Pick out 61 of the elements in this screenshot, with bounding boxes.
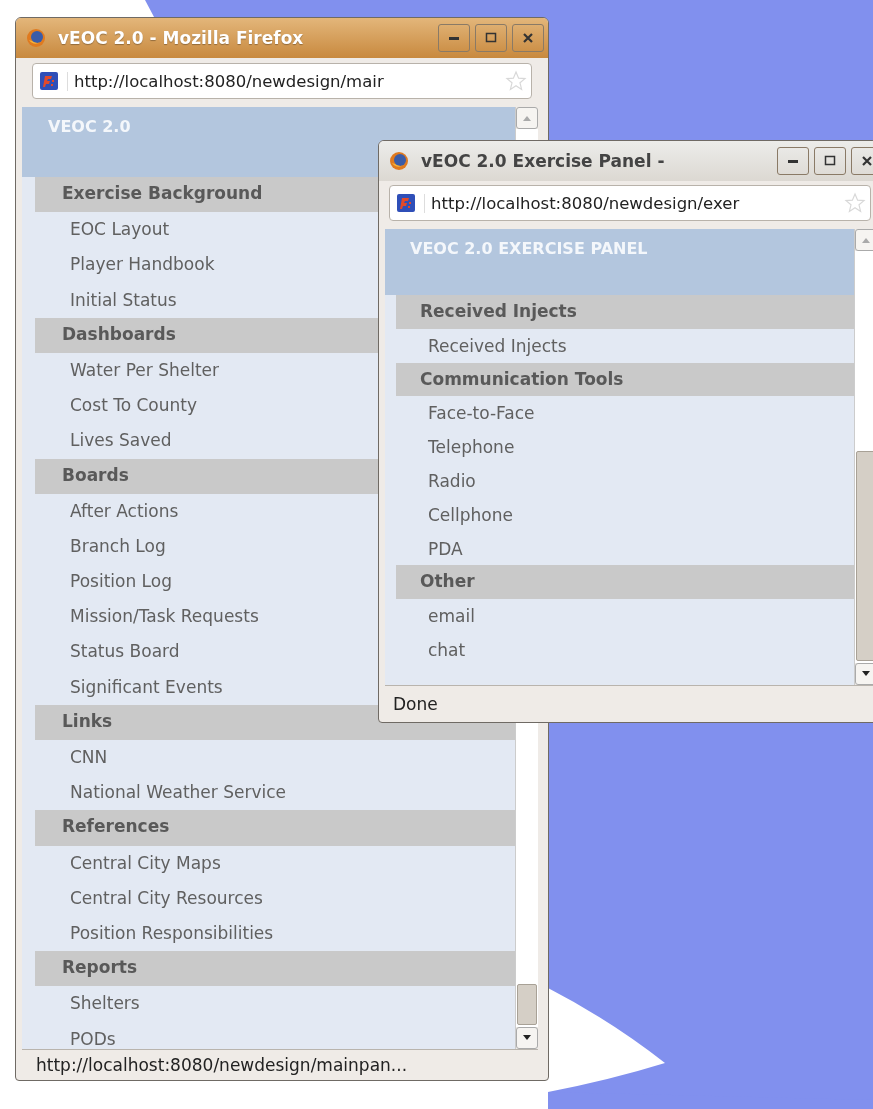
- minimize-icon: [449, 36, 459, 40]
- down-arrow-icon: [521, 1034, 533, 1042]
- address-field[interactable]: http://localhost:8080/newdesign/exer: [389, 185, 871, 221]
- minimize-button[interactable]: [438, 24, 470, 52]
- site-icon: [396, 193, 416, 213]
- maximize-button[interactable]: [475, 24, 507, 52]
- menu-link[interactable]: Status Board: [70, 641, 180, 662]
- section-heading: Other: [396, 565, 854, 600]
- star-icon: [844, 192, 866, 214]
- section-heading: Received Injects: [396, 295, 854, 329]
- window-title: vEOC 2.0 - Mozilla Firefox: [58, 28, 305, 48]
- section-heading: Reports: [35, 951, 515, 987]
- menu-link[interactable]: Lives Saved: [70, 430, 172, 451]
- window-title: vEOC 2.0 Exercise Panel -: [421, 151, 666, 171]
- menu-link[interactable]: Water Per Shelter: [70, 359, 219, 380]
- up-arrow-icon: [521, 114, 533, 122]
- menu-link[interactable]: CNN: [70, 747, 108, 767]
- down-arrow-icon: [860, 670, 872, 678]
- menu-link[interactable]: Central City Resources: [70, 887, 263, 908]
- menu-link[interactable]: Branch Log: [70, 535, 166, 556]
- section-heading: Communication Tools: [396, 362, 854, 397]
- menu-link[interactable]: Cellphone: [428, 504, 513, 525]
- menu-link[interactable]: EOC Layout: [70, 219, 170, 240]
- menu-link[interactable]: After Actions: [70, 500, 179, 521]
- menu-link[interactable]: Position Responsibilities: [70, 922, 274, 943]
- close-button[interactable]: [512, 24, 544, 52]
- section-heading: References: [35, 810, 515, 846]
- address-field[interactable]: http://localhost:8080/newdesign/mair: [32, 63, 532, 99]
- scroll-thumb[interactable]: [517, 984, 537, 1025]
- menu-link[interactable]: Player Handbook: [70, 254, 215, 275]
- menu-link[interactable]: Radio: [428, 471, 476, 491]
- url-text: http://localhost:8080/newdesign/exer: [424, 193, 836, 213]
- page-title: VEOC 2.0: [48, 117, 131, 136]
- menu-link[interactable]: Shelters: [70, 993, 140, 1014]
- menu-link[interactable]: Cost To County: [70, 395, 198, 416]
- menu-link[interactable]: Initial Status: [70, 289, 177, 310]
- menu-link[interactable]: email: [428, 606, 475, 627]
- menu-link[interactable]: PODs: [70, 1028, 116, 1049]
- page-title: VEOC 2.0 EXERCISE PANEL: [410, 239, 648, 258]
- scroll-down-button[interactable]: [855, 663, 873, 685]
- star-icon: [505, 70, 527, 92]
- site-icon: [39, 71, 59, 91]
- minimize-icon: [788, 159, 798, 163]
- globe-icon: [389, 151, 409, 171]
- menu-link[interactable]: Mission/Task Requests: [70, 606, 259, 627]
- scroll-down-button[interactable]: [516, 1027, 538, 1049]
- menu-link[interactable]: PDA: [428, 538, 463, 559]
- minimize-button[interactable]: [777, 147, 809, 175]
- url-text: http://localhost:8080/newdesign/mair: [67, 71, 497, 91]
- menu-link[interactable]: Telephone: [428, 437, 515, 458]
- menu-link[interactable]: National Weather Service: [70, 782, 287, 803]
- menu-link[interactable]: Position Log: [70, 571, 172, 592]
- globe-icon: [26, 28, 46, 48]
- menu-link[interactable]: Central City Maps: [70, 852, 221, 873]
- scroll-thumb[interactable]: [856, 451, 873, 661]
- up-arrow-icon: [860, 236, 872, 244]
- maximize-button[interactable]: [814, 147, 846, 175]
- menu-link[interactable]: Significant Events: [70, 676, 223, 697]
- status-text: http://localhost:8080/newdesign/mainpan...: [36, 1055, 408, 1075]
- menu-link[interactable]: Face-to-Face: [428, 403, 535, 424]
- menu-link[interactable]: chat: [428, 639, 466, 660]
